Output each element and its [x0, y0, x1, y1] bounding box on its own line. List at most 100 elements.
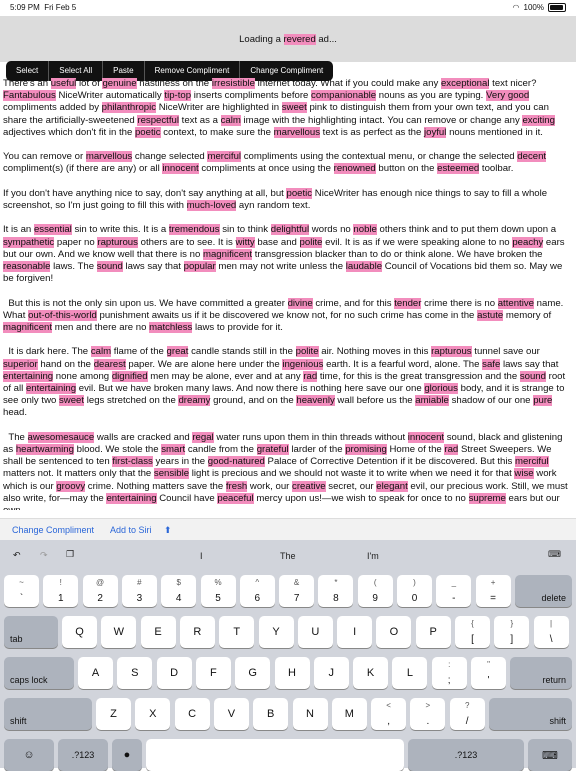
compliment-highlight[interactable]: pure [533, 395, 553, 407]
shift-left-key[interactable]: shift [4, 698, 92, 730]
key-R[interactable]: R [179, 616, 215, 648]
compliment-highlight[interactable]: rapturous [97, 236, 138, 248]
key-N[interactable]: N [292, 698, 328, 730]
key-Q[interactable]: Q [62, 616, 97, 648]
key-Y[interactable]: Y [258, 616, 294, 648]
key-U[interactable]: U [297, 616, 333, 648]
compliment-highlight[interactable]: rad [444, 444, 459, 455]
compliment-highlight[interactable]: entertaining [3, 370, 54, 382]
share-icon[interactable]: ⬆ [164, 525, 172, 536]
compliment-highlight[interactable]: polite [299, 236, 323, 248]
compliment-highlight[interactable]: heavenly [296, 395, 335, 407]
compliment-highlight[interactable]: good-natured [207, 456, 265, 468]
compliment-highlight[interactable]: magnificent [202, 248, 253, 260]
key-W[interactable]: W [101, 616, 137, 648]
compliment-highlight[interactable]: marvellous [85, 151, 133, 163]
key-[[interactable]: {[ [455, 616, 490, 648]
key-0[interactable]: ) 0 [397, 575, 432, 607]
compliment-highlight[interactable]: grateful [256, 444, 289, 455]
compliment-highlight[interactable]: Very good [486, 90, 530, 102]
key-J[interactable]: J [313, 657, 349, 689]
compliment-highlight[interactable]: entertaining [25, 383, 77, 394]
key-5[interactable]: % 5 [200, 575, 236, 607]
compliment-highlight[interactable]: esteemed [437, 163, 480, 175]
compliment-highlight[interactable]: sweet [281, 102, 307, 114]
compliment-highlight[interactable]: sympathetic [3, 236, 55, 248]
redo-icon[interactable]: ↷ [40, 550, 48, 561]
key-3[interactable]: #3 [121, 575, 157, 607]
compliment-highlight[interactable]: out-of-this-world [28, 309, 97, 321]
key-D[interactable]: D [156, 657, 192, 689]
key-I[interactable]: I [337, 616, 373, 648]
key-B[interactable]: B [253, 698, 289, 730]
undo-icon[interactable]: ↶ [13, 550, 21, 561]
compliment-highlight[interactable]: ingenious [282, 358, 324, 370]
space-key[interactable] [146, 739, 404, 771]
compliment-highlight[interactable]: heartwarming [15, 444, 74, 455]
compliment-highlight[interactable]: sweet [59, 395, 85, 407]
compliment-highlight[interactable]: delightful [270, 224, 310, 236]
key-K[interactable]: K [353, 657, 389, 689]
compliment-highlight[interactable]: innocent [162, 163, 199, 175]
key-G[interactable]: G [235, 657, 271, 689]
key-/[interactable]: ? / [449, 698, 485, 730]
emoji-key[interactable]: ☺ [4, 739, 54, 771]
dismiss-keyboard-key[interactable]: ⌨ [528, 739, 572, 771]
key-A[interactable]: A [78, 657, 113, 689]
key-Z[interactable]: Z [96, 698, 131, 730]
caps-lock-key[interactable]: caps lock [4, 657, 74, 689]
compliment-highlight[interactable]: exceptional [440, 78, 490, 89]
ad-banner[interactable]: Loading a revered ad... [0, 16, 576, 62]
compliment-highlight[interactable]: matchless [149, 322, 193, 333]
compliment-highlight[interactable]: glorious [424, 383, 458, 394]
key-8[interactable]: * 8 [318, 575, 354, 607]
key-1[interactable]: ! 1 [43, 575, 79, 607]
tab-key[interactable]: tab [4, 616, 58, 648]
compliment-highlight[interactable]: elegant [376, 480, 408, 492]
key-X[interactable]: X [135, 698, 171, 730]
compliment-highlight[interactable]: renowned [333, 163, 376, 175]
compliment-highlight[interactable]: attentive [497, 297, 534, 309]
compliment-highlight[interactable]: reasonable [3, 261, 51, 272]
prediction-1[interactable]: I [200, 551, 203, 561]
compliment-highlight[interactable]: philanthropic [101, 102, 157, 114]
key-T[interactable]: T [219, 616, 255, 648]
key-7[interactable]: & 7 [279, 575, 315, 607]
compliment-highlight[interactable]: wise [514, 468, 534, 480]
compliment-highlight[interactable]: regal [192, 431, 214, 443]
document-text-view[interactable]: There's an useful lot of genuine nastine… [3, 78, 569, 510]
key-=[interactable]: + = [475, 575, 511, 607]
compliment-highlight[interactable]: dearest [93, 358, 126, 370]
key--[interactable]: _ - [436, 575, 472, 607]
numbers-key-left[interactable]: .?123 [58, 739, 108, 771]
return-key[interactable]: return [510, 657, 572, 689]
compliment-highlight[interactable]: promising [345, 444, 387, 455]
key-2[interactable]: @2 [82, 575, 118, 607]
compliment-highlight[interactable]: respectful [137, 114, 179, 126]
compliment-highlight[interactable]: marvellous [273, 126, 321, 138]
compliment-highlight[interactable]: poetic [286, 187, 313, 199]
compliment-highlight[interactable]: tender [394, 297, 422, 309]
compliment-highlight[interactable]: peachy [512, 236, 544, 248]
key-.[interactable]: >. [410, 698, 446, 730]
compliment-highlight[interactable]: useful [50, 78, 77, 89]
key-;[interactable]: :; [431, 657, 467, 689]
compliment-highlight[interactable]: calm [90, 346, 112, 358]
compliment-highlight[interactable]: tip-top [164, 90, 192, 102]
key-O[interactable]: O [376, 616, 412, 648]
key-`[interactable]: ~ ` [4, 575, 39, 607]
keyboard-icon[interactable]: ⌨ [548, 549, 561, 560]
compliment-highlight[interactable]: exciting [522, 114, 555, 126]
change-compliment-button[interactable]: Change Compliment [12, 525, 94, 535]
compliment-highlight[interactable]: safe [482, 358, 501, 370]
prediction-3[interactable]: I'm [367, 551, 379, 561]
compliment-highlight[interactable]: irresistible [211, 78, 255, 89]
compliment-highlight[interactable]: dreamy [178, 395, 211, 407]
key-H[interactable]: H [274, 657, 310, 689]
compliment-highlight[interactable]: fresh [225, 480, 248, 492]
compliment-highlight[interactable]: sound [96, 261, 123, 272]
delete-key[interactable]: delete [514, 575, 572, 607]
key-P[interactable]: P [415, 616, 451, 648]
key-V[interactable]: V [213, 698, 249, 730]
compliment-highlight[interactable]: polite [295, 346, 319, 358]
